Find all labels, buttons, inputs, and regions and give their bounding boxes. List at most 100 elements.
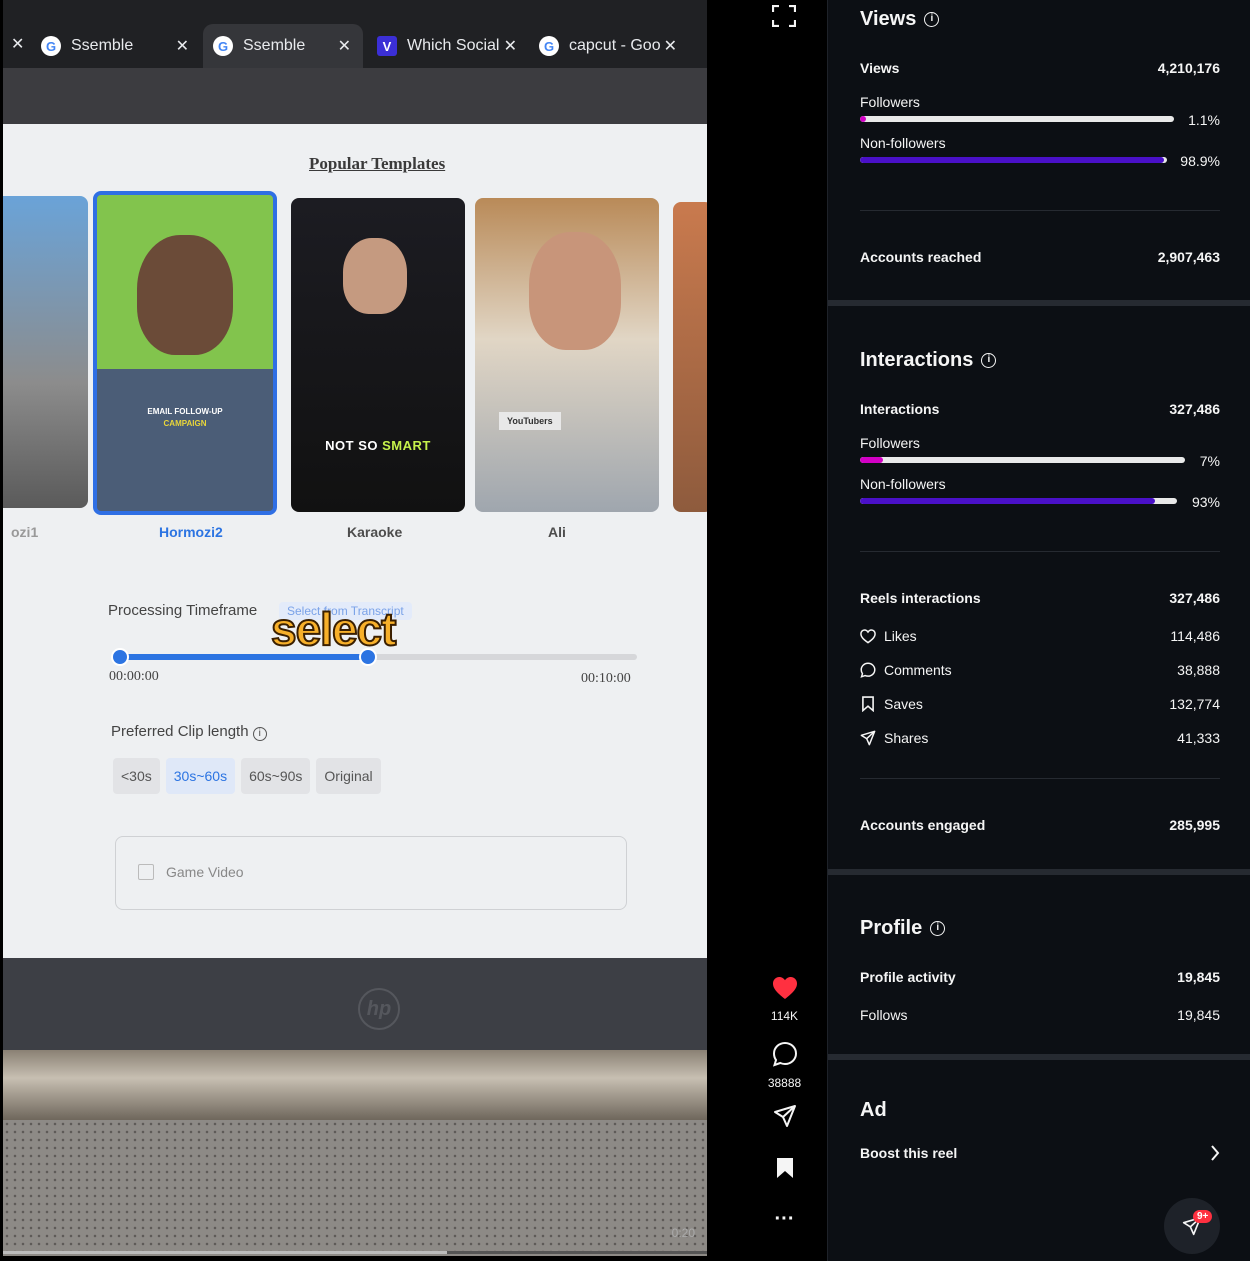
shares-row: Shares 41,333 bbox=[860, 730, 1220, 746]
popular-templates-title: Popular Templates bbox=[309, 154, 446, 173]
slider-thumb-start bbox=[111, 648, 129, 666]
views-nonfollowers-bar bbox=[860, 157, 1167, 163]
shares-value: 41,333 bbox=[1177, 730, 1220, 746]
video-progress-bar[interactable] bbox=[3, 1251, 707, 1254]
template-label: Hormozi2 bbox=[159, 524, 223, 540]
accounts-reached-label: Accounts reached bbox=[860, 249, 982, 265]
divider bbox=[860, 210, 1220, 211]
comments-label: Comments bbox=[884, 662, 952, 678]
browser-tab: G capcut - Goo ✕ bbox=[539, 24, 689, 68]
template-card bbox=[673, 202, 707, 512]
v-logo-icon: V bbox=[377, 36, 397, 56]
template-label: ozi1 bbox=[11, 524, 39, 540]
info-icon[interactable]: i bbox=[930, 921, 946, 936]
followers-pct: 7% bbox=[1199, 453, 1220, 469]
follows-row: Follows 19,845 bbox=[860, 1007, 1220, 1023]
interactions-row: Interactions 327,486 bbox=[860, 401, 1220, 417]
accounts-engaged-label: Accounts engaged bbox=[860, 817, 986, 833]
nonfollowers-pct: 98.9% bbox=[1180, 153, 1220, 169]
accounts-reached-value: 2,907,463 bbox=[1157, 249, 1220, 265]
reel-video[interactable]: ✕ G Ssemble ✕ G Ssemble ✕ V Which Social… bbox=[3, 0, 707, 1256]
comments-row: Comments 38,888 bbox=[860, 662, 1220, 678]
person-face bbox=[529, 232, 621, 350]
insights-panel: Views i Views 4,210,176 Followers 1.1% No… bbox=[827, 0, 1250, 1261]
profile-activity-label: Profile activity bbox=[860, 969, 956, 985]
boost-reel-label: Boost this reel bbox=[860, 1145, 958, 1161]
fullscreen-icon[interactable] bbox=[772, 5, 796, 27]
section-divider bbox=[828, 1054, 1250, 1060]
game-video-label: Game Video bbox=[166, 864, 244, 880]
likes-value: 114,486 bbox=[1170, 628, 1220, 644]
likes-label: Likes bbox=[884, 628, 917, 644]
tab-title: Ssemble bbox=[243, 37, 306, 54]
template-card: YouTubers bbox=[475, 198, 659, 512]
processing-timeframe-label: Processing Timeframe bbox=[108, 602, 258, 619]
close-icon: ✕ bbox=[337, 38, 351, 55]
share-icon bbox=[773, 1105, 796, 1127]
info-icon: i bbox=[252, 727, 267, 741]
heart-icon bbox=[772, 977, 797, 999]
template-caption: NOT SO SMART bbox=[325, 438, 431, 453]
clip-option: 60s~90s bbox=[241, 758, 311, 794]
reel-actions: 114K 38888 ··· bbox=[707, 0, 827, 1261]
profile-activity-row: Profile activity 19,845 bbox=[860, 969, 1220, 985]
views-label: Views bbox=[860, 60, 900, 76]
google-icon: G bbox=[41, 36, 61, 56]
info-icon[interactable]: i bbox=[924, 12, 940, 27]
browser-tab: V Which Social ✕ bbox=[377, 24, 529, 68]
checkbox-icon bbox=[138, 864, 154, 880]
reels-interactions-value: 327,486 bbox=[1169, 590, 1220, 606]
browser-toolbar bbox=[3, 68, 707, 126]
views-value: 4,210,176 bbox=[1157, 60, 1220, 76]
nonfollowers-label: Non-followers bbox=[860, 476, 946, 492]
nonfollowers-pct: 93% bbox=[1191, 494, 1220, 510]
messages-button[interactable]: 9+ bbox=[1164, 1198, 1220, 1254]
divider bbox=[860, 551, 1220, 552]
laptop-speaker-grille bbox=[3, 1120, 707, 1256]
interactions-followers-bar bbox=[860, 457, 1185, 463]
person-face bbox=[137, 235, 233, 355]
likes-row: Likes 114,486 bbox=[860, 628, 1220, 644]
follows-label: Follows bbox=[860, 1007, 908, 1023]
laptop-bezel: hp bbox=[3, 958, 707, 1050]
template-label: Karaoke bbox=[347, 524, 403, 540]
interactions-section: Interactions i Interactions 327,486 Follo… bbox=[860, 349, 1220, 869]
share-icon bbox=[860, 730, 876, 746]
template-card-selected: EMAIL FOLLOW-UP CAMPAIGN bbox=[93, 191, 277, 515]
time-end: 00:10:00 bbox=[581, 671, 631, 686]
comments-value: 38,888 bbox=[1177, 662, 1220, 678]
template-label: Ali bbox=[548, 524, 566, 540]
views-row: Views 4,210,176 bbox=[860, 60, 1220, 76]
laptop-hinge bbox=[3, 1050, 707, 1120]
template-card: NOT SO SMART bbox=[291, 198, 465, 512]
template-caption: YouTubers bbox=[499, 412, 561, 430]
close-icon: ✕ bbox=[663, 38, 677, 55]
saves-value: 132,774 bbox=[1169, 696, 1220, 712]
google-icon: G bbox=[539, 36, 559, 56]
time-start: 00:00:00 bbox=[109, 669, 159, 684]
heart-icon bbox=[860, 628, 876, 644]
views-heading: Views i bbox=[860, 8, 1220, 31]
video-progress-fill bbox=[3, 1251, 447, 1254]
info-icon[interactable]: i bbox=[981, 353, 997, 368]
profile-activity-value: 19,845 bbox=[1177, 969, 1220, 985]
browser-tab: G Ssemble ✕ bbox=[41, 24, 201, 68]
person-face bbox=[343, 238, 407, 314]
accounts-engaged-value: 285,995 bbox=[1169, 817, 1220, 833]
close-icon: ✕ bbox=[503, 38, 517, 55]
browser-tab-active: G Ssemble ✕ bbox=[203, 24, 363, 68]
section-divider bbox=[828, 300, 1250, 306]
shares-label: Shares bbox=[884, 730, 929, 746]
views-section: Views i Views 4,210,176 Followers 1.1% No… bbox=[860, 8, 1220, 298]
close-icon: ✕ bbox=[175, 38, 189, 55]
video-timestamp: 0:20 bbox=[671, 1226, 695, 1240]
boost-reel-button[interactable]: Boost this reel bbox=[860, 1145, 1220, 1161]
interactions-value: 327,486 bbox=[1169, 401, 1220, 417]
followers-label: Followers bbox=[860, 435, 920, 451]
laptop-screen: Popular Templates ‹ EMAIL FOLLOW-UP CAMP… bbox=[3, 124, 707, 958]
clip-option-selected: 30s~60s bbox=[165, 758, 236, 794]
tab-title: Ssemble bbox=[71, 37, 134, 54]
bookmark-icon bbox=[776, 1158, 793, 1178]
saves-row: Saves 132,774 bbox=[860, 696, 1220, 712]
template-caption: EMAIL FOLLOW-UP bbox=[147, 407, 223, 416]
